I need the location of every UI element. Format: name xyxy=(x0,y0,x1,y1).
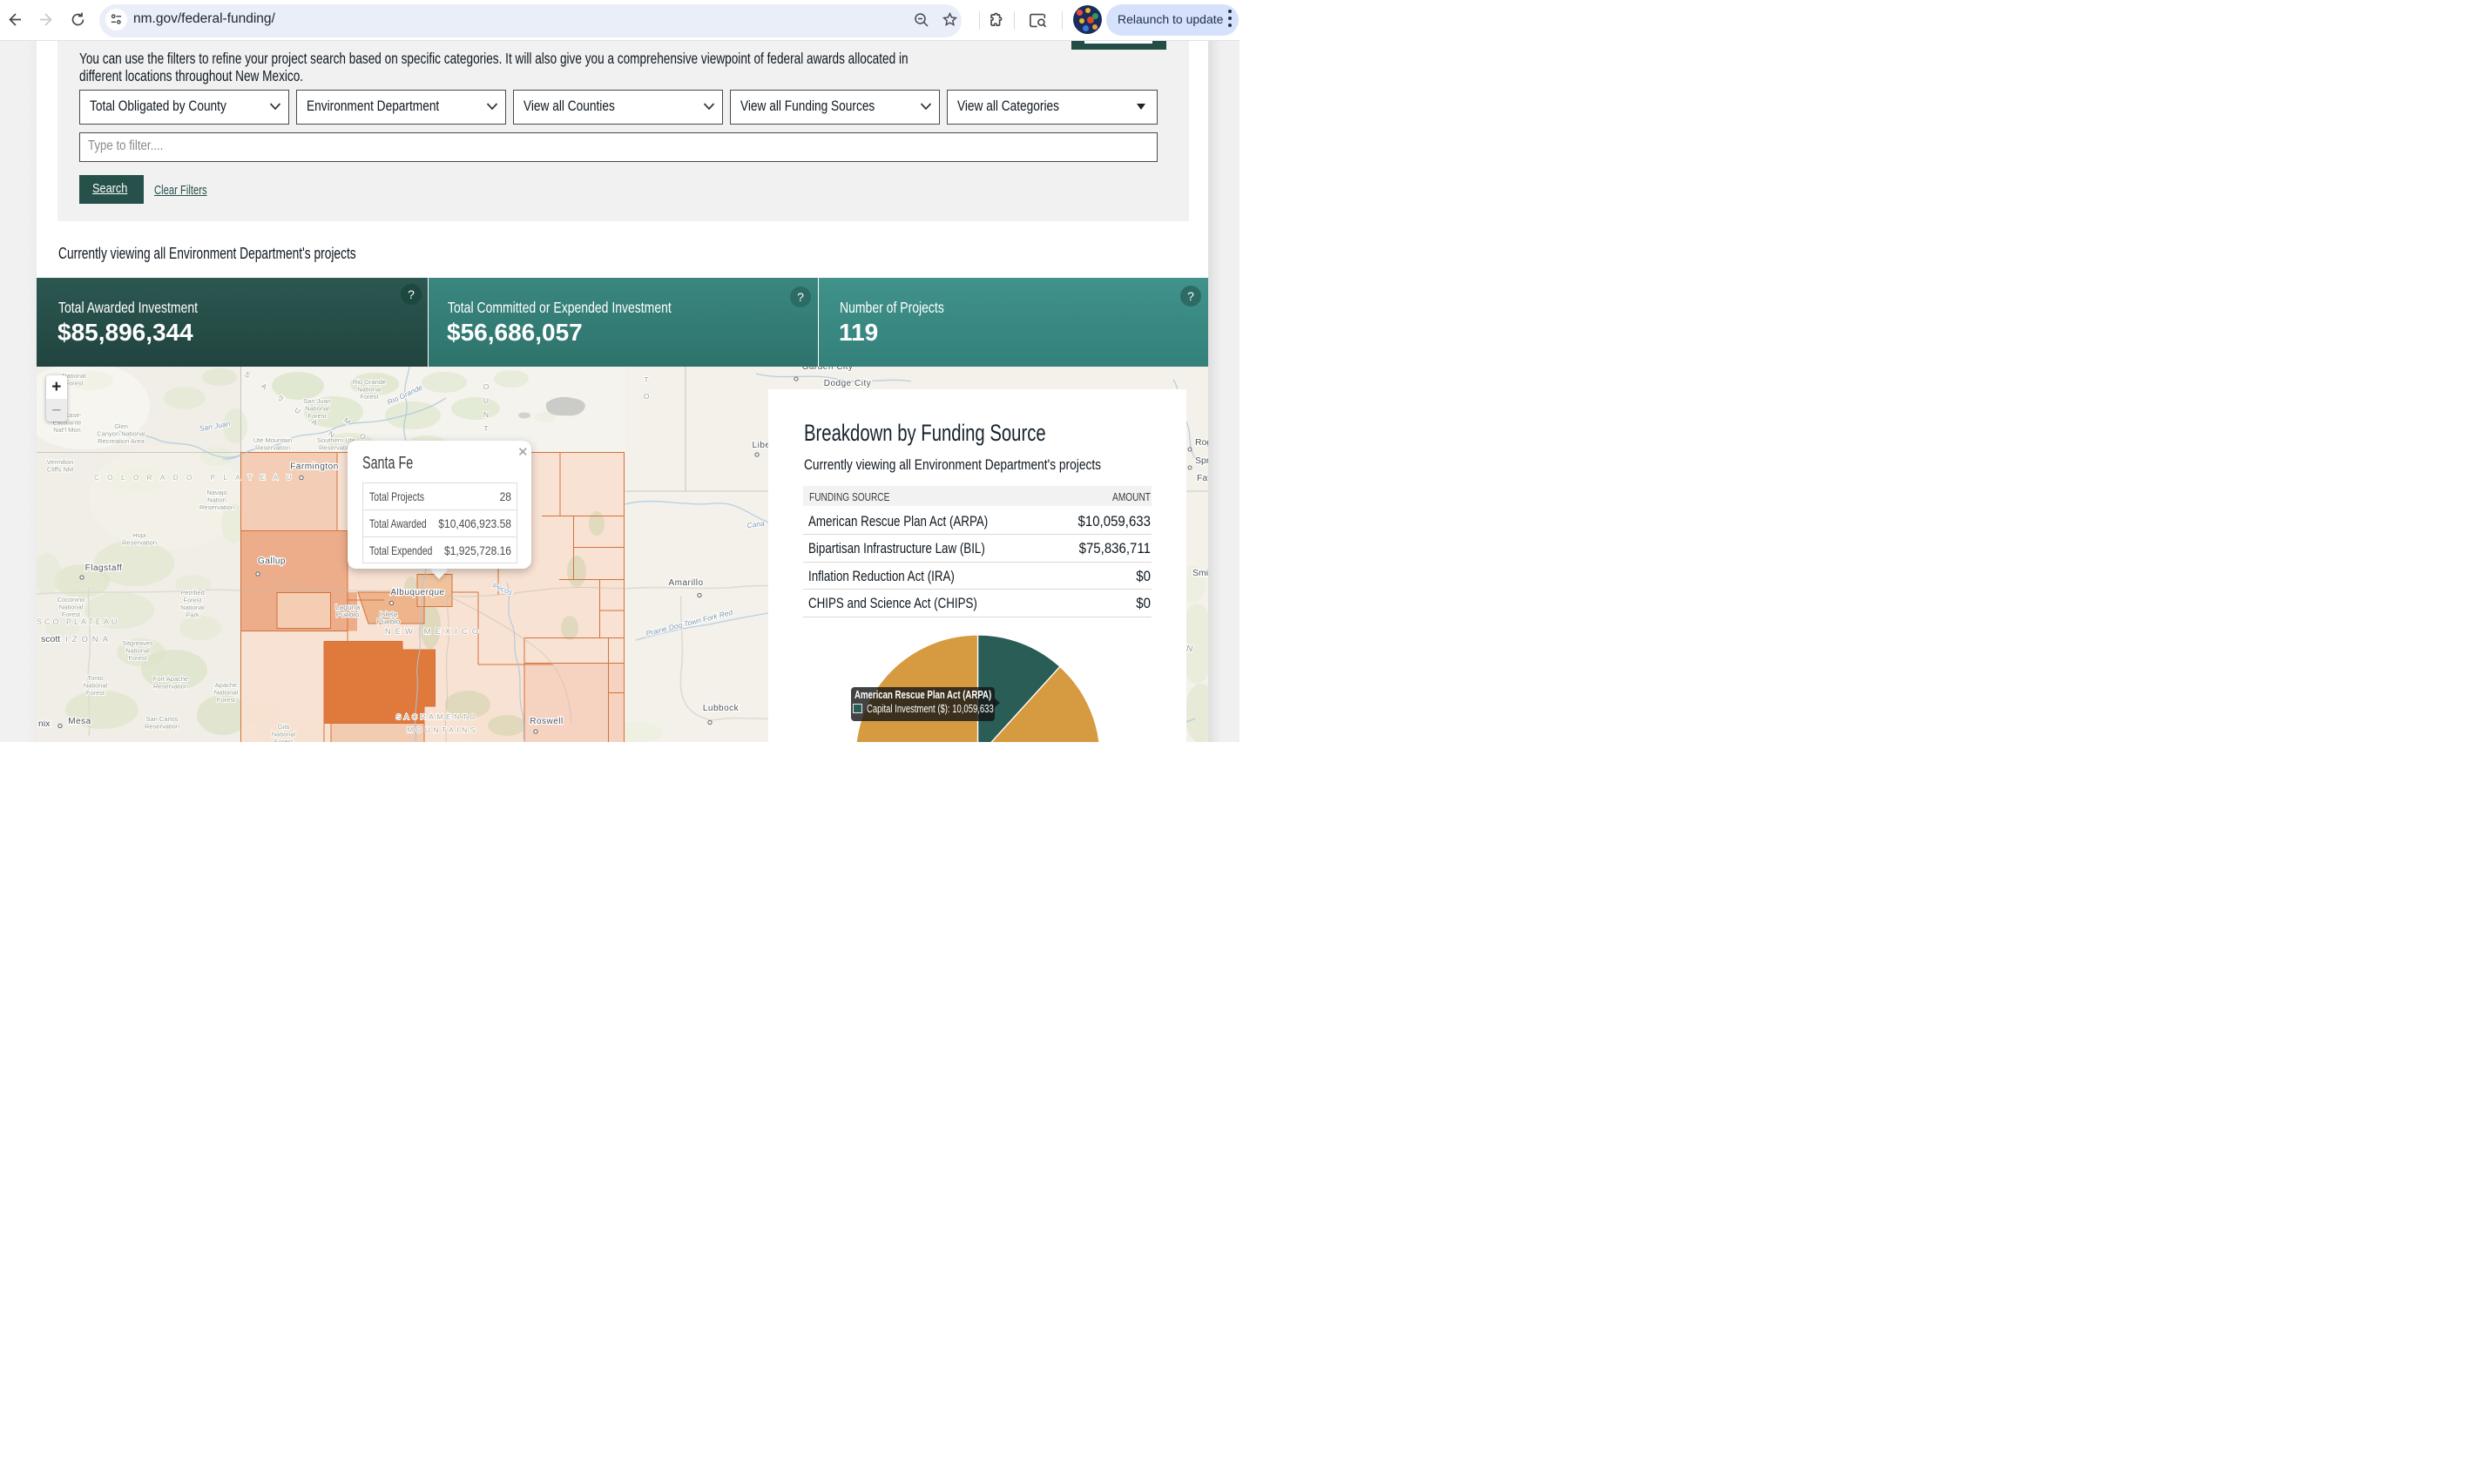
svg-text:NEW MEXICO: NEW MEXICO xyxy=(385,627,483,637)
svg-text:Forest: Forest xyxy=(64,380,84,388)
svg-text:O: O xyxy=(483,382,490,391)
svg-text:Lubbock: Lubbock xyxy=(703,704,740,713)
svg-text:N T: N T xyxy=(1186,644,1208,654)
svg-text:MOUNTAINS: MOUNTAINS xyxy=(407,725,478,734)
svg-text:SCO PLATEAU: SCO PLATEAU xyxy=(37,617,119,626)
svg-text:Reservation: Reservation xyxy=(145,723,179,731)
svg-text:T: T xyxy=(644,375,648,384)
svg-text:Roge: Roge xyxy=(1195,437,1208,448)
svg-text:Reservation: Reservation xyxy=(153,683,188,691)
svg-text:U: U xyxy=(483,396,489,405)
svg-text:Reservation: Reservation xyxy=(199,503,234,511)
svg-text:Forest: Forest xyxy=(217,696,236,704)
svg-text:Reservation: Reservation xyxy=(122,539,157,547)
svg-text:Flagstaff: Flagstaff xyxy=(85,563,123,573)
svg-text:Fayet: Fayet xyxy=(1197,473,1208,483)
svg-text:Amarillo: Amarillo xyxy=(668,578,703,588)
svg-text:Reservation: Reservation xyxy=(255,444,290,452)
svg-text:Pueblo: Pueblo xyxy=(377,617,401,626)
svg-text:Farmington: Farmington xyxy=(290,462,339,472)
svg-text:Cliffs NM: Cliffs NM xyxy=(47,466,73,474)
svg-text:Smith: Smith xyxy=(1192,568,1208,578)
svg-text:COLORADO PLATEAU: COLORADO PLATEAU xyxy=(94,474,300,482)
svg-text:SACRAMENTO: SACRAMENTO xyxy=(396,712,479,721)
svg-text:Pueblo: Pueblo xyxy=(336,610,360,619)
svg-text:Park: Park xyxy=(186,611,199,619)
svg-text:Albuquerque: Albuquerque xyxy=(390,588,444,597)
svg-text:Dodge City: Dodge City xyxy=(824,379,871,388)
svg-text:scott: scott xyxy=(41,634,60,644)
svg-text:Forest: Forest xyxy=(360,393,379,401)
svg-text:O: O xyxy=(644,392,650,401)
svg-text:Nat'l Mon: Nat'l Mon xyxy=(53,426,80,434)
svg-text:Recreation Area: Recreation Area xyxy=(98,437,145,445)
svg-text:T: T xyxy=(483,424,488,433)
svg-text:Sprin: Sprin xyxy=(1195,455,1208,466)
svg-text:Forest: Forest xyxy=(128,654,147,662)
svg-text:Roswell: Roswell xyxy=(530,717,564,726)
svg-text:nix: nix xyxy=(38,718,51,729)
svg-text:Forest: Forest xyxy=(86,689,105,697)
svg-text:Gallup: Gallup xyxy=(258,556,286,566)
svg-text:Garden City: Garden City xyxy=(802,367,854,372)
svg-text:Mesa: Mesa xyxy=(68,717,91,726)
svg-text:Forest: Forest xyxy=(274,738,294,742)
svg-text:N: N xyxy=(483,410,489,419)
